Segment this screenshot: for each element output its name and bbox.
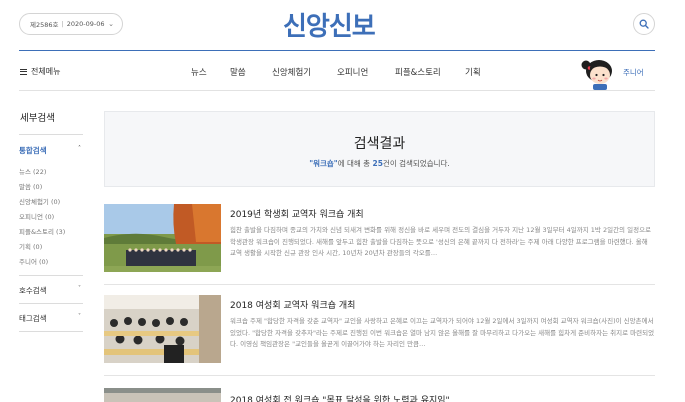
sidebar-divider <box>19 303 83 304</box>
sidebar-item-faith-experience[interactable]: 신앙체험기 (0) <box>19 196 60 206</box>
sidebar-category-tag-search[interactable]: 태그검색 ˅ <box>19 313 83 324</box>
article-divider <box>104 284 655 285</box>
nav-divider <box>19 90 655 91</box>
issue-date: 2020-09-06 <box>66 20 105 28</box>
sidebar-item-news[interactable]: 뉴스 (22) <box>19 166 46 176</box>
result-summary-text: "워크숍"에 대해 총 25건이 검색되었습니다. <box>105 158 654 169</box>
nav-item-junior[interactable]: 주니어 <box>623 67 644 78</box>
all-menu-button[interactable]: 전체메뉴 <box>20 66 60 77</box>
sidebar-title: 세부검색 <box>20 113 55 124</box>
sidebar-category-integrated[interactable]: 통합검색 ˄ <box>19 145 83 156</box>
junior-mascot-icon[interactable] <box>579 56 617 90</box>
hamburger-icon <box>20 68 27 75</box>
chevron-up-icon: ˄ <box>78 145 81 152</box>
issue-separator: | <box>61 20 64 28</box>
article-thumbnail[interactable] <box>104 204 221 272</box>
article-excerpt: 힘찬 출발을 다짐하며 종교의 가치와 신념 되새겨 변화를 위해 정신을 바로… <box>230 226 652 257</box>
search-result-summary: 검색결과 "워크숍"에 대해 총 25건이 검색되었습니다. <box>104 111 655 187</box>
article-item[interactable]: 2018 여성회 전 워크숍 "목표 달성을 위한 노력과 유지임" <box>104 388 655 402</box>
chevron-down-icon: ˅ <box>78 313 81 320</box>
result-title: 검색결과 <box>353 136 406 152</box>
issue-selector[interactable]: 제2586호 | 2020-09-06 ⌄ <box>19 13 123 35</box>
article-item[interactable]: 2018 여성회 교역자 워크숍 개최 워크숍 주제 "합당한 자격을 갖춘 교… <box>104 295 655 375</box>
site-logo[interactable]: 신앙신보 <box>283 6 376 43</box>
nav-item-people-story[interactable]: 피플&스토리 <box>395 66 441 78</box>
article-title[interactable]: 2018 여성회 전 워크숍 "목표 달성을 위한 노력과 유지임" <box>230 393 450 402</box>
sidebar-divider <box>19 331 83 332</box>
article-title[interactable]: 2018 여성회 교역자 워크숍 개최 <box>230 298 355 311</box>
article-item[interactable]: 2019년 학생회 교역자 워크숍 개최 힘찬 출발을 다짐하며 종교의 가치와… <box>104 204 655 284</box>
sidebar-divider <box>19 134 83 135</box>
header-divider <box>19 50 655 51</box>
sidebar-category-label: 통합검색 <box>19 146 47 155</box>
article-excerpt: 워크숍 주제 "합당한 자격을 갖춘 교역자" 교인을 사랑하고 은혜로 이끄는… <box>230 317 655 348</box>
search-query: "워크숍" <box>309 159 338 168</box>
sidebar-item-planning[interactable]: 기획 (0) <box>19 241 42 251</box>
result-post-count: 건이 검색되었습니다. <box>382 159 450 168</box>
chevron-down-icon: ⌄ <box>108 20 114 28</box>
nav-item-sermon[interactable]: 말씀 <box>230 66 246 78</box>
article-thumbnail[interactable] <box>104 388 221 402</box>
issue-number: 제2586호 <box>30 21 59 29</box>
sidebar-item-people-story[interactable]: 피플&스토리 (3) <box>19 226 65 236</box>
sidebar-item-junior[interactable]: 주니어 (0) <box>19 256 48 266</box>
nav-item-opinion[interactable]: 오피니언 <box>337 66 368 78</box>
sidebar-divider <box>19 275 83 276</box>
sidebar-category-label: 태그검색 <box>19 314 47 323</box>
search-button[interactable] <box>633 13 655 35</box>
chevron-down-icon: ˅ <box>78 285 81 292</box>
sidebar-category-issue-search[interactable]: 호수검색 ˅ <box>19 285 83 296</box>
nav-item-planning[interactable]: 기획 <box>465 66 481 78</box>
article-thumbnail[interactable] <box>104 295 221 363</box>
search-icon <box>639 19 649 29</box>
sidebar-item-opinion[interactable]: 오피니언 (0) <box>19 211 54 221</box>
article-divider <box>104 375 655 376</box>
article-title[interactable]: 2019년 학생회 교역자 워크숍 개최 <box>230 207 364 220</box>
nav-item-news[interactable]: 뉴스 <box>191 66 207 78</box>
result-pre-count: 에 대해 총 <box>337 159 371 168</box>
sidebar-category-label: 호수검색 <box>19 286 47 295</box>
sidebar-item-sermon[interactable]: 말씀 (0) <box>19 181 42 191</box>
nav-item-faith-experience[interactable]: 신앙체험기 <box>272 66 311 78</box>
all-menu-label: 전체메뉴 <box>31 67 61 76</box>
result-count: 25 <box>372 159 383 168</box>
